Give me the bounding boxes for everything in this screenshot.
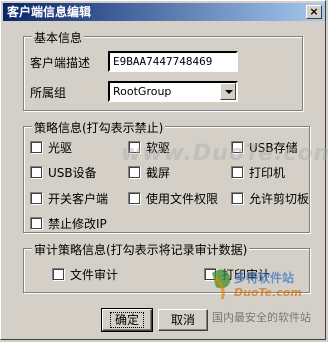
checkbox-label: USB存储 xyxy=(249,141,298,155)
checkbox-label: 打印审计 xyxy=(222,268,271,282)
policy-group: 策略信息(打勾表示禁止) 光驱 软驱 USB存储 USB设备 截屏 打印机 开关… xyxy=(23,119,310,233)
checkbox-clipboard[interactable]: 允许剪切板 xyxy=(231,190,309,207)
chevron-down-icon[interactable] xyxy=(220,83,236,100)
checkbox-file-permission[interactable]: 使用文件权限 xyxy=(128,190,218,207)
policy-legend: 策略信息(打勾表示禁止) xyxy=(32,119,166,136)
checkbox-box[interactable] xyxy=(30,166,43,179)
checkbox-box[interactable] xyxy=(231,192,244,205)
client-desc-label: 客户端描述 xyxy=(30,56,91,70)
checkbox-toggle-client[interactable]: 开关客户端 xyxy=(30,190,108,207)
checkbox-box[interactable] xyxy=(204,268,217,281)
checkbox-box[interactable] xyxy=(52,268,65,281)
checkbox-print-audit[interactable]: 打印审计 xyxy=(204,266,270,283)
window-title: 客户端信息编辑 xyxy=(7,5,92,19)
group-select-value: RootGroup xyxy=(113,85,172,98)
checkbox-box[interactable] xyxy=(128,166,141,179)
checkbox-label: 开关客户端 xyxy=(48,192,109,206)
audit-group: 审计策略信息(打勾表示将记录审计数据) 文件审计 打印审计 xyxy=(23,241,310,293)
checkbox-box[interactable] xyxy=(231,141,244,154)
checkbox-box[interactable] xyxy=(30,217,43,230)
checkbox-screenshot[interactable]: 截屏 xyxy=(128,164,170,181)
checkbox-label: USB设备 xyxy=(48,166,97,180)
checkbox-box[interactable] xyxy=(30,192,43,205)
checkbox-label: 允许剪切板 xyxy=(249,192,310,206)
checkbox-usb-storage[interactable]: USB存储 xyxy=(231,139,298,156)
checkbox-label: 截屏 xyxy=(146,166,171,180)
checkbox-printer[interactable]: 打印机 xyxy=(231,164,285,181)
checkbox-label: 软驱 xyxy=(146,141,171,155)
checkbox-file-audit[interactable]: 文件审计 xyxy=(52,266,118,283)
checkbox-box[interactable] xyxy=(128,192,141,205)
checkbox-cdrom[interactable]: 光驱 xyxy=(30,139,72,156)
ok-button[interactable]: 确定 xyxy=(101,308,153,332)
checkbox-usb-device[interactable]: USB设备 xyxy=(30,164,97,181)
audit-legend: 审计策略信息(打勾表示将记录审计数据) xyxy=(32,241,250,258)
ok-button-label: 确定 xyxy=(109,312,144,328)
checkbox-label: 禁止修改IP xyxy=(48,217,107,231)
title-bar[interactable]: 客户端信息编辑 × xyxy=(3,3,325,21)
dialog-window: 客户端信息编辑 × 基本信息 客户端描述 E9BAA7447748469 所属组… xyxy=(0,0,328,340)
group-label: 所属组 xyxy=(30,86,67,100)
close-button[interactable]: × xyxy=(306,5,322,19)
cancel-button-label: 取消 xyxy=(170,313,195,327)
checkbox-floppy[interactable]: 软驱 xyxy=(128,139,170,156)
checkbox-label: 文件审计 xyxy=(70,268,119,282)
group-select[interactable]: RootGroup xyxy=(108,81,238,102)
cancel-button[interactable]: 取消 xyxy=(158,309,208,331)
basic-info-group: 基本信息 客户端描述 E9BAA7447748469 所属组 RootGroup xyxy=(23,29,303,111)
client-desc-input[interactable]: E9BAA7447748469 xyxy=(108,51,238,72)
logo-slogan: 国内最安全的软件站 xyxy=(212,311,311,324)
checkbox-box[interactable] xyxy=(231,166,244,179)
checkbox-forbid-ip-change[interactable]: 禁止修改IP xyxy=(30,215,107,232)
checkbox-label: 打印机 xyxy=(249,166,286,180)
checkbox-label: 光驱 xyxy=(48,141,73,155)
checkbox-box[interactable] xyxy=(128,141,141,154)
checkbox-label: 使用文件权限 xyxy=(146,192,219,206)
basic-info-legend: 基本信息 xyxy=(32,29,85,46)
checkbox-box[interactable] xyxy=(30,141,43,154)
